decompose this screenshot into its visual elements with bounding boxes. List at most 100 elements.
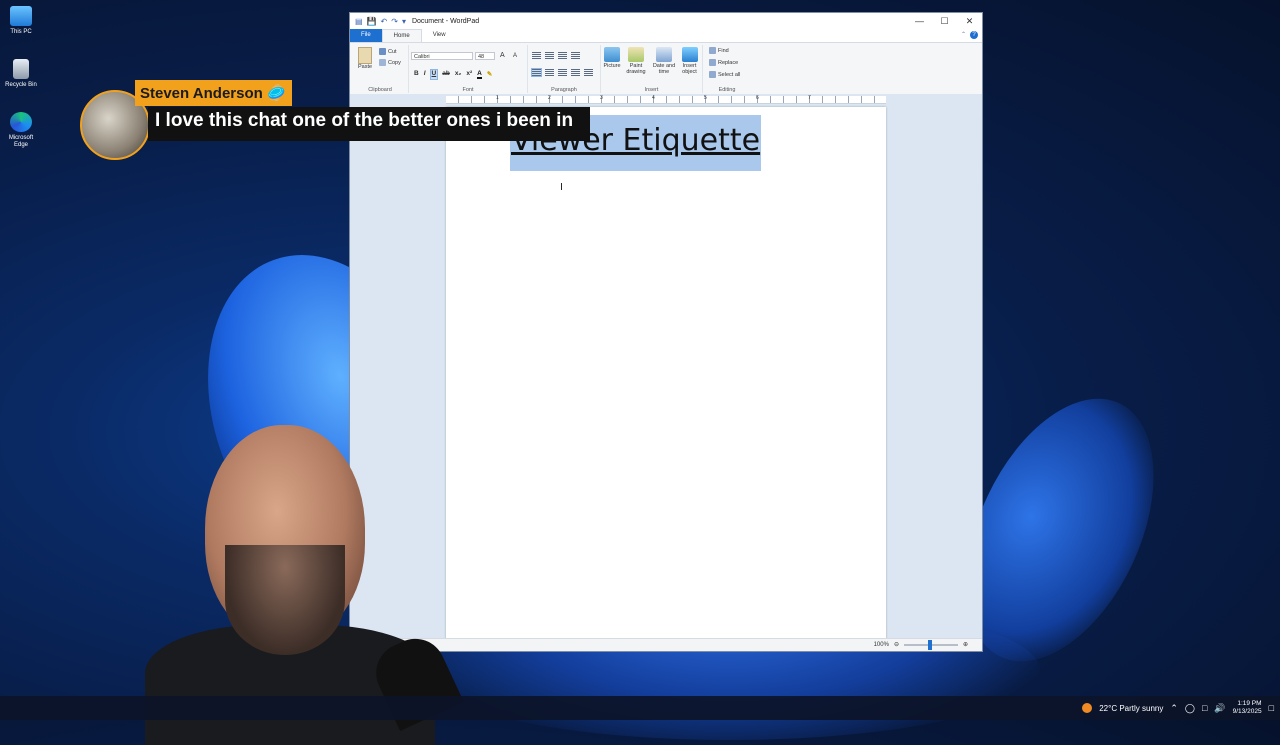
help-icon[interactable]: ?	[970, 31, 978, 39]
desktop-icon-label: Microsoft Edge	[8, 135, 34, 148]
align-right-icon[interactable]	[558, 69, 567, 76]
clock-date: 9/13/2025	[1232, 708, 1262, 715]
paste-button[interactable]: Paste	[358, 47, 372, 70]
paint-drawing-icon	[628, 47, 644, 62]
grow-font-button[interactable]: A	[500, 52, 505, 59]
weather-icon[interactable]	[1082, 703, 1093, 713]
minimize-button[interactable]: —	[907, 13, 932, 29]
maximize-button[interactable]: ☐	[932, 13, 957, 29]
increase-indent-icon[interactable]	[545, 52, 554, 59]
this-pc-icon	[10, 6, 32, 26]
editing-group: Find Replace Select all Editing	[703, 45, 751, 93]
system-tray: 22°C Partly sunny ⌃ ◯ □ 🔊 1:19 PM 9/13/2…	[1082, 696, 1274, 720]
cut-button[interactable]: Cut	[379, 48, 397, 55]
strikethrough-button[interactable]: ab	[442, 70, 450, 79]
bullets-icon[interactable]	[558, 52, 567, 59]
find-button[interactable]: Find	[709, 47, 729, 54]
italic-button[interactable]: I	[424, 70, 426, 79]
network-icon[interactable]: □	[1202, 703, 1207, 713]
paint-drawing-button[interactable]: Paint drawing	[623, 47, 649, 75]
weather-text[interactable]: 22°C Partly sunny	[1099, 704, 1163, 713]
paragraph-group: Paragraph	[528, 45, 601, 93]
notifications-icon[interactable]: □	[1269, 703, 1274, 713]
chat-username: Steven Anderson 🥏	[135, 80, 292, 106]
line-spacing-icon[interactable]	[571, 52, 580, 59]
close-button[interactable]: ✕	[957, 13, 982, 29]
replace-button[interactable]: Replace	[709, 59, 738, 66]
ruler[interactable]: 1 2 3 4 5 6 7	[446, 95, 886, 104]
tray-app-icon[interactable]: ◯	[1185, 703, 1195, 714]
ruler-mark: 7	[808, 95, 811, 101]
bold-button[interactable]: B	[414, 70, 419, 79]
editing-group-label: Editing	[718, 87, 736, 93]
shrink-font-button[interactable]: A	[513, 53, 517, 59]
cut-icon	[379, 48, 386, 55]
select-all-icon	[709, 71, 716, 78]
clipboard-group-label: Clipboard	[368, 87, 392, 93]
find-icon	[709, 47, 716, 54]
font-size-select[interactable]: 48	[475, 52, 495, 60]
decrease-indent-icon[interactable]	[532, 52, 541, 59]
picture-icon	[604, 47, 620, 62]
document-area: 1 2 3 4 5 6 7 Viewer Etiquette I	[350, 94, 982, 647]
justify-icon[interactable]	[571, 69, 580, 76]
zoom-slider[interactable]	[903, 639, 958, 650]
ruler-mark: 2	[548, 95, 551, 101]
replace-icon	[709, 59, 716, 66]
underline-button[interactable]: U	[429, 69, 439, 80]
show-hidden-icons-icon[interactable]: ⌃	[1170, 703, 1178, 714]
select-all-label: Select all	[718, 71, 741, 78]
zoom-slider-thumb[interactable]	[927, 639, 932, 650]
tab-home[interactable]: Home	[381, 28, 422, 43]
ribbon: Paste Cut Copy Clipboard Calibri 48 A A …	[350, 42, 982, 96]
font-family-select[interactable]: Calibri	[411, 52, 473, 60]
redo-icon[interactable]: ↷	[391, 17, 398, 26]
paragraph-settings-icon[interactable]	[584, 69, 593, 76]
zoom-out-icon[interactable]: ⊖	[894, 641, 899, 648]
customize-chevron-icon[interactable]: ▾	[402, 17, 406, 26]
paragraph-group-label: Paragraph	[551, 87, 577, 93]
undo-icon[interactable]: ↶	[381, 17, 388, 26]
select-all-button[interactable]: Select all	[709, 71, 740, 78]
chat-message: I love this chat one of the better ones …	[148, 107, 591, 141]
picture-button[interactable]: Picture	[602, 47, 622, 69]
document-page[interactable]: Viewer Etiquette I	[446, 107, 886, 647]
replace-label: Replace	[718, 59, 739, 66]
ruler-mark: 6	[756, 95, 759, 101]
ruler-mark: 4	[652, 95, 655, 101]
clock[interactable]: 1:19 PM 9/13/2025	[1233, 700, 1262, 716]
align-center-icon[interactable]	[545, 69, 554, 76]
save-icon[interactable]: 💾	[367, 17, 377, 26]
chat-badge-icon: 🥏	[266, 85, 286, 102]
window-title: Document - WordPad	[411, 17, 480, 25]
copy-button[interactable]: Copy	[379, 59, 401, 66]
cut-label: Cut	[388, 48, 397, 55]
desktop-icon-edge[interactable]: Microsoft Edge	[2, 112, 40, 149]
insert-group: Picture Paint drawing Date and time Inse…	[601, 45, 703, 93]
subscript-button[interactable]: x₂	[455, 70, 462, 79]
zoom-in-icon[interactable]: ⊕	[963, 641, 968, 648]
insert-object-button[interactable]: Insert object	[678, 47, 701, 75]
font-group: Calibri 48 A A B I U ab x₂ x² A ✎ Font	[409, 45, 528, 93]
clipboard-group: Paste Cut Copy Clipboard	[352, 45, 409, 93]
date-time-button[interactable]: Date and time	[651, 47, 677, 75]
find-label: Find	[718, 47, 729, 54]
date-time-label: Date and time	[652, 63, 676, 75]
text-color-button[interactable]: A	[477, 70, 482, 79]
highlight-color-button[interactable]: ✎	[487, 70, 492, 79]
volume-icon[interactable]: 🔊	[1214, 703, 1225, 714]
title-bar[interactable]: ▤ 💾 ↶ ↷ ▾ Document - WordPad — ☐ ✕	[350, 13, 982, 29]
presenter-beard	[225, 545, 345, 655]
taskbar: 22°C Partly sunny ⌃ ◯ □ 🔊 1:19 PM 9/13/2…	[0, 696, 1280, 720]
tab-file[interactable]: File	[350, 29, 382, 42]
desktop-icon-recycle-bin[interactable]: Recycle Bin	[2, 59, 40, 89]
desktop-icon-this-pc[interactable]: This PC	[2, 6, 40, 36]
align-left-icon[interactable]	[531, 68, 542, 77]
edge-icon	[10, 112, 32, 132]
copy-label: Copy	[388, 59, 401, 66]
status-bar: 100% ⊖ ⊕	[350, 638, 982, 651]
insert-object-label: Insert object	[682, 63, 697, 75]
tab-view[interactable]: View	[422, 29, 457, 42]
collapse-ribbon-icon[interactable]: ⌃	[961, 31, 966, 38]
superscript-button[interactable]: x²	[466, 70, 472, 79]
